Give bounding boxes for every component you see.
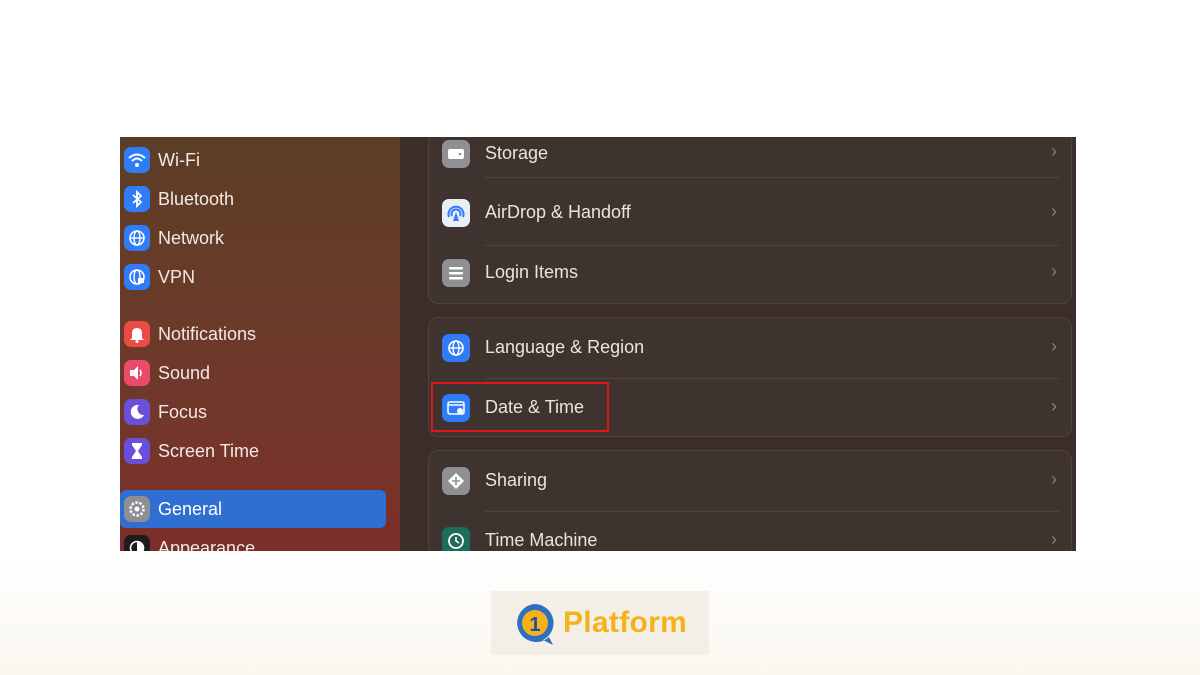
- sidebar-item-general[interactable]: General: [120, 490, 386, 528]
- chevron-right-icon: ›: [1051, 201, 1057, 221]
- highlight-box: [431, 382, 609, 432]
- sidebar-item-label: General: [158, 498, 223, 519]
- chevron-right-icon: ›: [1051, 141, 1057, 161]
- row-sharing[interactable]: Sharing ›: [429, 451, 1071, 511]
- appearance-icon: [124, 535, 150, 551]
- sharing-icon: [442, 467, 470, 495]
- speaker-icon: [124, 360, 150, 386]
- settings-content: Storage › AirDrop & Handoff › Login Item…: [400, 137, 1076, 551]
- time-machine-icon: [442, 527, 470, 551]
- sidebar-item-label: Focus: [158, 401, 208, 422]
- logo-mark-icon: 1: [517, 604, 554, 645]
- row-label: AirDrop & Handoff: [485, 202, 631, 222]
- row-time-machine[interactable]: Time Machine ›: [429, 511, 1071, 551]
- chevron-right-icon: ›: [1051, 469, 1057, 489]
- row-language-region[interactable]: Language & Region ›: [429, 318, 1071, 378]
- bell-icon: [124, 321, 150, 347]
- settings-group-sharing: Sharing › Time Machine ›: [428, 450, 1072, 551]
- sidebar-item-screen-time[interactable]: Screen Time: [120, 434, 386, 468]
- platform-logo: 1 Platform: [491, 591, 709, 655]
- settings-screenshot: Wi-Fi Bluetooth Network VPN Notification…: [120, 137, 1076, 551]
- globe-icon: [124, 225, 150, 251]
- sidebar-item-bluetooth[interactable]: Bluetooth: [120, 182, 386, 216]
- row-label: Login Items: [485, 262, 579, 282]
- divider: [485, 177, 1059, 178]
- storage-drive-icon: [442, 140, 470, 168]
- row-airdrop-handoff[interactable]: AirDrop & Handoff ›: [429, 183, 1071, 243]
- sidebar-item-label: Wi-Fi: [158, 149, 200, 170]
- sidebar-item-wifi[interactable]: Wi-Fi: [120, 143, 386, 177]
- row-login-items[interactable]: Login Items ›: [429, 243, 1071, 303]
- sidebar-item-label: Notifications: [158, 323, 257, 344]
- sidebar-item-label: Bluetooth: [158, 188, 235, 209]
- settings-group-system: Storage › AirDrop & Handoff › Login Item…: [428, 137, 1072, 304]
- globe-icon: [442, 334, 470, 362]
- wifi-icon: [124, 147, 150, 173]
- chevron-right-icon: ›: [1051, 396, 1057, 416]
- vpn-globe-icon: [124, 264, 150, 290]
- list-icon: [442, 259, 470, 287]
- row-label: Sharing: [485, 470, 548, 490]
- sidebar-item-focus[interactable]: Focus: [120, 395, 386, 429]
- sidebar: Wi-Fi Bluetooth Network VPN Notification…: [120, 137, 400, 551]
- sidebar-item-label: VPN: [158, 266, 196, 287]
- row-label: Language & Region: [485, 337, 645, 357]
- bluetooth-icon: [124, 186, 150, 212]
- logo-number: 1: [529, 614, 540, 636]
- moon-icon: [124, 399, 150, 425]
- chevron-right-icon: ›: [1051, 261, 1057, 281]
- row-label: Storage: [485, 143, 549, 163]
- logo-text: Platform: [563, 606, 688, 639]
- sidebar-item-label: Sound: [158, 362, 211, 383]
- gear-icon: [124, 496, 150, 522]
- sidebar-item-network[interactable]: Network: [120, 221, 386, 255]
- sidebar-item-label: Appearance: [158, 537, 256, 552]
- sidebar-item-label: Screen Time: [158, 440, 260, 461]
- sidebar-item-vpn[interactable]: VPN: [120, 260, 386, 294]
- hourglass-icon: [124, 438, 150, 464]
- row-label: Time Machine: [485, 530, 598, 550]
- sidebar-item-sound[interactable]: Sound: [120, 356, 386, 390]
- chevron-right-icon: ›: [1051, 336, 1057, 356]
- sidebar-item-appearance[interactable]: Appearance: [120, 531, 386, 551]
- sidebar-item-notifications[interactable]: Notifications: [120, 317, 386, 351]
- airdrop-icon: [442, 199, 470, 227]
- row-storage[interactable]: Storage ›: [429, 137, 1071, 188]
- sidebar-item-label: Network: [158, 227, 225, 248]
- chevron-right-icon: ›: [1051, 529, 1057, 549]
